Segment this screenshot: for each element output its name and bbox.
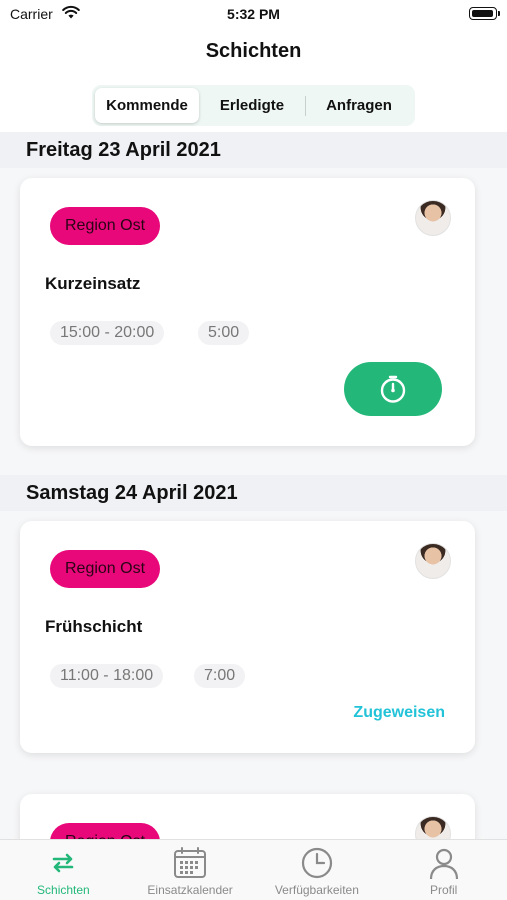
tab-verfuegbarkeiten[interactable]: Verfügbarkeiten: [254, 840, 381, 900]
status-bar: Carrier 5:32 PM: [0, 0, 507, 28]
avatar[interactable]: [415, 543, 451, 579]
tab-erledigte[interactable]: Erledigte: [199, 88, 305, 123]
section-date-header: Samstag 24 April 2021: [0, 475, 507, 511]
shift-card[interactable]: Region Ost Frühschicht 11:00 - 18:00 7:0…: [20, 521, 475, 753]
shift-title: Frühschicht: [45, 617, 143, 636]
tab-schichten[interactable]: Schichten: [0, 840, 127, 900]
tab-kommende[interactable]: Kommende: [95, 88, 199, 123]
tab-bar: Schichten Einsatzkalender Verfügbarkeite…: [0, 839, 507, 900]
page-title: Schichten: [205, 40, 302, 62]
clock-icon: [301, 847, 332, 879]
swap-arrows-icon: [53, 853, 74, 873]
tab-label: Schichten: [37, 883, 90, 897]
status-time: 5:32 PM: [227, 6, 280, 22]
segmented-control: Kommende Erledigte Anfragen: [92, 85, 415, 126]
calendar-icon: [174, 847, 207, 878]
stopwatch-icon: [380, 375, 406, 403]
shift-card[interactable]: Region Ost Kurzeinsatz 15:00 - 20:00 5:0…: [20, 178, 475, 446]
person-icon: [429, 848, 458, 880]
region-badge: Region Ost: [50, 550, 161, 588]
tab-label: Verfügbarkeiten: [274, 883, 359, 897]
shift-card[interactable]: Region Ost: [20, 794, 475, 839]
shift-list[interactable]: Freitag 23 April 2021 Region Ost Kurzein…: [0, 132, 507, 839]
shift-title: Kurzeinsatz: [45, 274, 141, 293]
section-date-header: Freitag 23 April 2021: [0, 132, 507, 168]
battery-icon: [469, 7, 500, 20]
region-badge: Region Ost: [50, 823, 161, 839]
avatar[interactable]: [415, 816, 451, 839]
tab-label: Einsatzkalender: [147, 883, 233, 897]
duration-pill: 7:00: [194, 664, 246, 688]
tab-anfragen[interactable]: Anfragen: [306, 88, 412, 123]
start-timer-button[interactable]: [344, 362, 442, 416]
avatar[interactable]: [415, 200, 451, 236]
time-range-pill: 11:00 - 18:00: [50, 664, 164, 688]
assign-link[interactable]: Zugeweisen: [353, 704, 445, 722]
tab-profil[interactable]: Profil: [380, 840, 507, 900]
tab-label: Profil: [429, 883, 458, 897]
tab-einsatzkalender[interactable]: Einsatzkalender: [127, 840, 254, 900]
region-badge: Region Ost: [50, 207, 161, 245]
duration-pill: 5:00: [198, 321, 250, 345]
time-range-pill: 15:00 - 20:00: [50, 321, 165, 345]
